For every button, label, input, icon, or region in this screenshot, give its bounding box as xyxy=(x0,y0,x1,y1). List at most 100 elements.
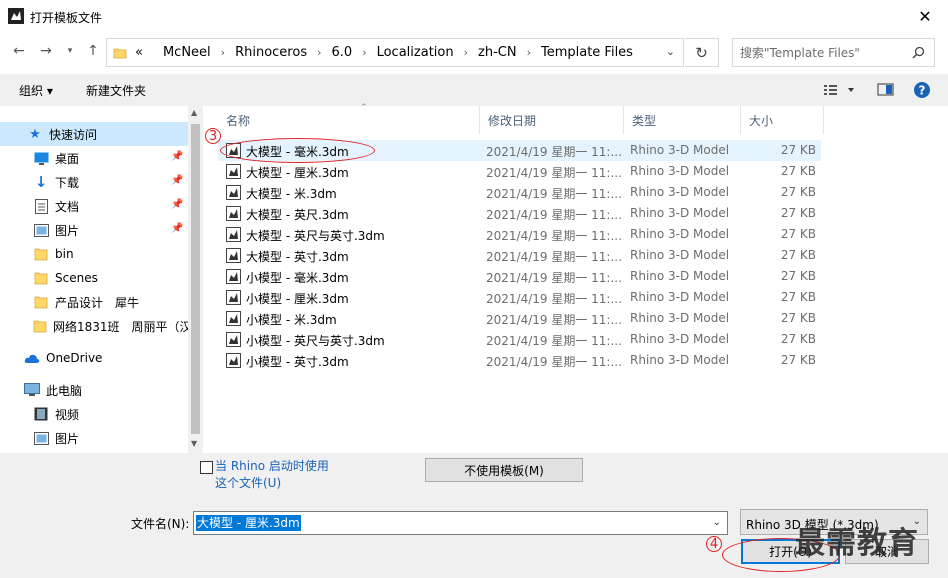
column-header-size[interactable]: 大小 xyxy=(741,106,824,134)
file-size: 27 KB xyxy=(780,290,816,304)
chevron-right-icon[interactable]: › xyxy=(527,46,531,59)
nav-item-scenes[interactable]: Scenes xyxy=(0,266,188,290)
scroll-down-icon[interactable]: ▼ xyxy=(191,439,197,448)
column-header-date[interactable]: 修改日期 xyxy=(480,106,624,134)
rhino-file-icon xyxy=(226,290,241,305)
chevron-right-icon[interactable]: › xyxy=(362,46,366,59)
nav-item-pictures-pc[interactable]: 图片 xyxy=(0,426,188,450)
nav-item-quick-access[interactable]: ★ 快速访问 xyxy=(0,122,188,146)
nav-item-desktop[interactable]: 桌面 📌 xyxy=(0,146,188,170)
nav-item-this-pc[interactable]: 此电脑 xyxy=(0,378,188,402)
file-date: 2021/4/19 星期一 11:... xyxy=(486,313,622,327)
preview-pane-icon[interactable] xyxy=(877,82,895,98)
file-name: 小模型 - 毫米.3dm xyxy=(246,271,349,285)
breadcrumb-rhinoceros[interactable]: Rhinoceros xyxy=(235,45,307,60)
nav-item-product-design[interactable]: 产品设计 犀牛 xyxy=(0,290,188,314)
breadcrumb-6-0[interactable]: 6.0 xyxy=(332,45,353,60)
chevron-right-icon[interactable]: › xyxy=(221,46,225,59)
scroll-up-icon[interactable]: ▲ xyxy=(191,108,197,117)
nav-item-videos[interactable]: 视频 xyxy=(0,402,188,426)
nav-item-label: 产品设计 犀牛 xyxy=(55,295,140,310)
pin-icon[interactable]: 📌 xyxy=(171,175,183,186)
breadcrumb-zh-cn[interactable]: zh-CN xyxy=(478,45,517,60)
title-bar: 打开模板文件 ✕ xyxy=(0,0,948,32)
file-type: Rhino 3-D Model xyxy=(630,164,730,178)
file-row[interactable]: 大模型 - 厘米.3dm 2021/4/19 星期一 11:... Rhino 3-… xyxy=(218,161,821,182)
pin-icon[interactable]: 📌 xyxy=(171,199,183,210)
document-icon xyxy=(33,198,49,214)
column-header-name[interactable]: ⌃ 名称 xyxy=(218,103,480,134)
computer-icon xyxy=(24,382,40,398)
filename-input[interactable]: 大模型 - 厘米.3dm ⌄ xyxy=(193,511,728,535)
refresh-icon[interactable]: ↻ xyxy=(685,38,719,67)
up-arrow-icon[interactable]: ↑ xyxy=(85,43,101,59)
folder-icon xyxy=(33,246,49,262)
nav-item-downloads[interactable]: ↓ 下载 📌 xyxy=(0,170,188,194)
pin-icon[interactable]: 📌 xyxy=(171,151,183,162)
chevron-down-icon[interactable]: ⌄ xyxy=(713,517,721,528)
close-icon[interactable]: ✕ xyxy=(902,0,948,32)
command-bar: 组织 ▾ 新建文件夹 ? xyxy=(0,74,948,106)
nav-item-network-class[interactable]: 网络1831班 周丽平（汉 xyxy=(0,314,188,338)
breadcrumb-mcneel[interactable]: McNeel xyxy=(163,45,211,60)
use-on-startup-checkbox[interactable] xyxy=(200,461,213,474)
file-size: 27 KB xyxy=(780,332,816,346)
no-template-button[interactable]: 不使用模板(M) xyxy=(425,458,583,482)
breadcrumb: « McNeel › Rhinoceros › 6.0 › Localizati… xyxy=(135,45,633,60)
filename-label: 文件名(N): xyxy=(131,517,190,531)
file-date: 2021/4/19 星期一 11:... xyxy=(486,187,622,201)
address-bar[interactable]: « McNeel › Rhinoceros › 6.0 › Localizati… xyxy=(106,38,684,67)
file-row[interactable]: 大模型 - 米.3dm 2021/4/19 星期一 11:... Rhino 3-D… xyxy=(218,182,821,203)
use-on-startup-label[interactable]: 当 Rhino 启动时使用 这个文件(U) xyxy=(215,458,329,492)
file-size: 27 KB xyxy=(780,311,816,325)
file-size: 27 KB xyxy=(780,269,816,283)
file-type: Rhino 3-D Model xyxy=(630,206,730,220)
rhino-file-icon xyxy=(226,248,241,263)
file-row[interactable]: 小模型 - 米.3dm 2021/4/19 星期一 11:... Rhino 3-D… xyxy=(218,308,821,329)
nav-item-documents[interactable]: 文档 📌 xyxy=(0,194,188,218)
file-name: 大模型 - 英尺与英寸.3dm xyxy=(246,229,385,243)
recent-locations-icon[interactable]: ▾ xyxy=(62,43,78,59)
chevron-right-icon[interactable]: › xyxy=(317,46,321,59)
rhino-file-icon xyxy=(226,332,241,347)
scrollbar-thumb[interactable] xyxy=(191,124,200,434)
address-row: ← → ▾ ↑ « McNeel › Rhinoceros › 6.0 › Lo… xyxy=(0,35,948,69)
step-4-marker: 4 xyxy=(706,536,722,552)
new-folder-button[interactable]: 新建文件夹 xyxy=(86,82,146,99)
forward-arrow-icon[interactable]: → xyxy=(38,43,54,59)
folder-icon xyxy=(33,294,49,310)
nav-item-bin[interactable]: bin xyxy=(0,242,188,266)
file-row[interactable]: 小模型 - 厘米.3dm 2021/4/19 星期一 11:... Rhino 3-… xyxy=(218,287,821,308)
folder-icon xyxy=(113,48,127,58)
file-row[interactable]: 大模型 - 英尺.3dm 2021/4/19 星期一 11:... Rhino 3-… xyxy=(218,203,821,224)
breadcrumb-overflow[interactable]: « xyxy=(135,45,143,60)
column-header-type[interactable]: 类型 xyxy=(624,106,741,134)
column-label: 类型 xyxy=(632,113,657,128)
breadcrumb-template-files[interactable]: Template Files xyxy=(541,45,633,60)
nav-item-pictures[interactable]: 图片 📌 xyxy=(0,218,188,242)
file-row[interactable]: 小模型 - 英寸.3dm 2021/4/19 星期一 11:... Rhino 3-… xyxy=(218,350,821,371)
file-date: 2021/4/19 星期一 11:... xyxy=(486,334,622,348)
file-name: 小模型 - 米.3dm xyxy=(246,313,337,327)
back-arrow-icon[interactable]: ← xyxy=(11,43,27,59)
chevron-down-icon[interactable]: ⌄ xyxy=(666,45,675,58)
search-input[interactable]: 搜索"Template Files" xyxy=(732,38,935,67)
breadcrumb-localization[interactable]: Localization xyxy=(377,45,454,60)
file-row[interactable]: 大模型 - 英寸.3dm 2021/4/19 星期一 11:... Rhino 3-… xyxy=(218,245,821,266)
file-type: Rhino 3-D Model xyxy=(630,248,730,262)
chevron-right-icon[interactable]: › xyxy=(464,46,468,59)
view-options-icon[interactable] xyxy=(823,82,857,98)
nav-item-onedrive[interactable]: OneDrive xyxy=(0,346,188,370)
nav-item-label: 文档 xyxy=(55,199,80,214)
folder-icon xyxy=(33,318,47,334)
nav-scrollbar[interactable]: ▲ ▼ xyxy=(188,106,203,453)
organize-button[interactable]: 组织 ▾ xyxy=(19,82,53,99)
column-label: 大小 xyxy=(749,113,774,128)
file-name: 大模型 - 厘米.3dm xyxy=(246,166,349,180)
rhino-file-icon xyxy=(226,227,241,242)
pin-icon[interactable]: 📌 xyxy=(171,223,183,234)
file-row[interactable]: 小模型 - 毫米.3dm 2021/4/19 星期一 11:... Rhino 3-… xyxy=(218,266,821,287)
file-row[interactable]: 大模型 - 英尺与英寸.3dm 2021/4/19 星期一 11:... Rhino… xyxy=(218,224,821,245)
file-row[interactable]: 小模型 - 英尺与英寸.3dm 2021/4/19 星期一 11:... Rhino… xyxy=(218,329,821,350)
help-icon[interactable]: ? xyxy=(913,81,931,99)
